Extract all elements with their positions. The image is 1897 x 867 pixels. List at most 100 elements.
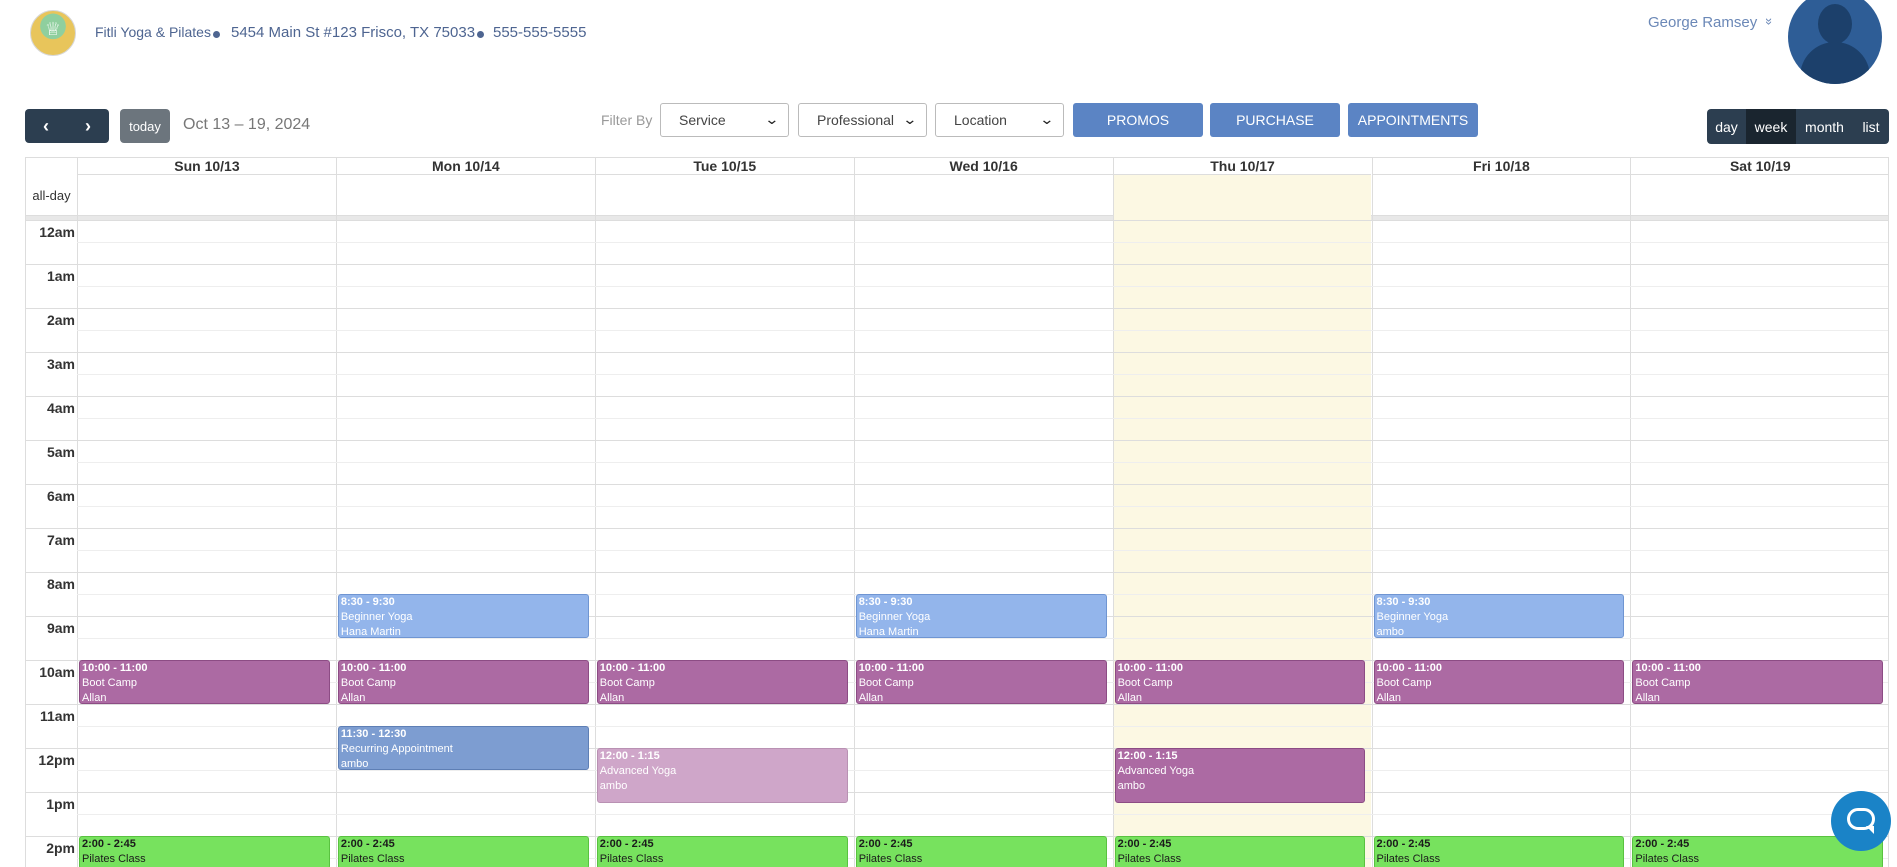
calendar-event[interactable]: 2:00 - 2:45 Pilates Class (855, 836, 1107, 867)
calendar-event[interactable]: 10:00 - 11:00 Boot Camp Allan (855, 660, 1107, 704)
calendar-event[interactable]: 10:00 - 11:00 Boot Camp Allan (596, 660, 848, 704)
hour-label: 9am (46, 620, 75, 636)
half-hour-line (77, 286, 1888, 287)
hour-line (26, 572, 1888, 573)
allday-label: all-day (32, 188, 71, 203)
calendar-event[interactable]: 12:00 - 1:15 Advanced Yoga ambo (1114, 748, 1366, 803)
calendar-event[interactable]: 10:00 - 11:00 Boot Camp Allan (337, 660, 589, 704)
day-header[interactable]: Tue 10/15 (594, 158, 854, 175)
hour-line (26, 484, 1888, 485)
half-hour-line (77, 814, 1888, 815)
event-professional: ambo (599, 780, 628, 792)
day-header[interactable]: Sun 10/13 (77, 158, 336, 175)
event-title: Boot Camp (1376, 677, 1432, 689)
view-week-button[interactable]: week (1746, 109, 1796, 144)
today-button[interactable]: today (120, 109, 170, 143)
day-header[interactable]: Fri 10/18 (1371, 158, 1631, 175)
top-bar: Fitli Yoga & Pilates 5454 Main St #123 F… (0, 0, 1897, 90)
calendar-event[interactable]: 10:00 - 11:00 Boot Camp Allan (1632, 660, 1884, 704)
appointments-button[interactable]: APPOINTMENTS (1348, 103, 1478, 137)
hour-line (26, 396, 1888, 397)
event-title: Boot Camp (1117, 677, 1173, 689)
calendar-event[interactable]: 2:00 - 2:45 Pilates Class (337, 836, 589, 867)
event-time: 2:00 - 2:45 (599, 838, 654, 850)
calendar-event[interactable]: 10:00 - 11:00 Boot Camp Allan (79, 660, 330, 704)
prev-week-button[interactable]: ‹ (25, 109, 67, 143)
hour-label: 8am (46, 576, 75, 592)
event-title: Boot Camp (1635, 677, 1691, 689)
purchase-button[interactable]: PURCHASE (1210, 103, 1340, 137)
hour-line (26, 352, 1888, 353)
event-professional: Hana Martin (340, 626, 401, 638)
event-professional: Allan (340, 692, 366, 704)
hour-label: 11am (39, 708, 75, 724)
event-professional: ambo (340, 758, 369, 770)
calendar-event[interactable]: 2:00 - 2:45 Pilates Class (596, 836, 848, 867)
day-header[interactable]: Sat 10/19 (1630, 158, 1888, 175)
calendar-event[interactable]: 10:00 - 11:00 Boot Camp Allan (1373, 660, 1625, 704)
day-header[interactable]: Thu 10/17 (1112, 158, 1372, 175)
event-title: Pilates Class (82, 853, 146, 865)
user-silhouette-icon (1818, 4, 1852, 44)
hour-label: 5am (46, 444, 75, 460)
hour-label: 6am (46, 488, 75, 504)
professional-filter-select[interactable]: Professional ⌄ (798, 103, 927, 137)
location-filter-select[interactable]: Location ⌄ (935, 103, 1064, 137)
calendar-event[interactable]: 8:30 - 9:30 Beginner Yoga ambo (1373, 594, 1625, 638)
half-hour-line (77, 550, 1888, 551)
event-time: 2:00 - 2:45 (82, 838, 136, 850)
view-month-button[interactable]: month (1796, 109, 1853, 144)
hour-label: 4am (46, 400, 75, 416)
business-logo[interactable] (30, 10, 76, 56)
hour-line (26, 528, 1888, 529)
event-time: 10:00 - 11:00 (1376, 662, 1442, 674)
hour-label: 3am (46, 356, 75, 372)
event-time: 2:00 - 2:45 (858, 838, 913, 850)
hour-line (26, 440, 1888, 441)
business-name[interactable]: Fitli Yoga & Pilates (95, 24, 211, 40)
separator-dot (213, 31, 220, 38)
calendar-event[interactable]: 2:00 - 2:45 Pilates Class (1114, 836, 1366, 867)
event-title: Boot Camp (858, 677, 914, 689)
filter-label: Filter By (601, 112, 653, 128)
view-list-button[interactable]: list (1853, 109, 1889, 144)
half-hour-line (77, 638, 1888, 639)
chat-button[interactable] (1831, 791, 1891, 851)
event-time: 12:00 - 1:15 (599, 750, 660, 762)
service-filter-select[interactable]: Service ⌄ (660, 103, 789, 137)
event-time: 8:30 - 9:30 (1376, 596, 1431, 608)
calendar-event[interactable]: 10:00 - 11:00 Boot Camp Allan (1114, 660, 1366, 704)
calendar-event[interactable]: 8:30 - 9:30 Beginner Yoga Hana Martin (337, 594, 589, 638)
event-title: Beginner Yoga (340, 611, 413, 623)
calendar-event[interactable]: 11:30 - 12:30 Recurring Appointment ambo (337, 726, 589, 770)
half-hour-line (77, 506, 1888, 507)
hour-line (26, 308, 1888, 309)
calendar-event[interactable]: 12:00 - 1:15 Advanced Yoga ambo (596, 748, 848, 803)
business-phone[interactable]: 555-555-5555 (493, 24, 586, 41)
calendar-event[interactable]: 2:00 - 2:45 Pilates Class (79, 836, 330, 867)
user-name[interactable]: George Ramsey (1648, 14, 1757, 31)
event-title: Pilates Class (1376, 853, 1441, 865)
event-title: Pilates Class (340, 853, 405, 865)
avatar[interactable] (1788, 0, 1882, 84)
hour-line (26, 792, 1888, 793)
event-title: Beginner Yoga (858, 611, 931, 623)
event-title: Pilates Class (1635, 853, 1699, 865)
event-professional: Allan (82, 692, 107, 704)
hour-label: 1am (46, 268, 75, 284)
calendar-event[interactable]: 8:30 - 9:30 Beginner Yoga Hana Martin (855, 594, 1107, 638)
calendar-event[interactable]: 2:00 - 2:45 Pilates Class (1373, 836, 1625, 867)
hour-line (26, 748, 1888, 749)
half-hour-line (77, 330, 1888, 331)
promos-button[interactable]: PROMOS (1073, 103, 1203, 137)
half-hour-line (77, 374, 1888, 375)
business-address[interactable]: 5454 Main St #123 Frisco, TX 75033 (231, 24, 475, 41)
event-time: 10:00 - 11:00 (82, 662, 148, 674)
next-week-button[interactable]: › (67, 109, 109, 143)
chevron-down-icon[interactable]: » (1762, 18, 1777, 25)
day-header[interactable]: Wed 10/16 (853, 158, 1113, 175)
day-header[interactable]: Mon 10/14 (335, 158, 595, 175)
event-time: 10:00 - 11:00 (340, 662, 407, 674)
view-day-button[interactable]: day (1707, 109, 1746, 144)
hour-label: 7am (46, 532, 75, 548)
